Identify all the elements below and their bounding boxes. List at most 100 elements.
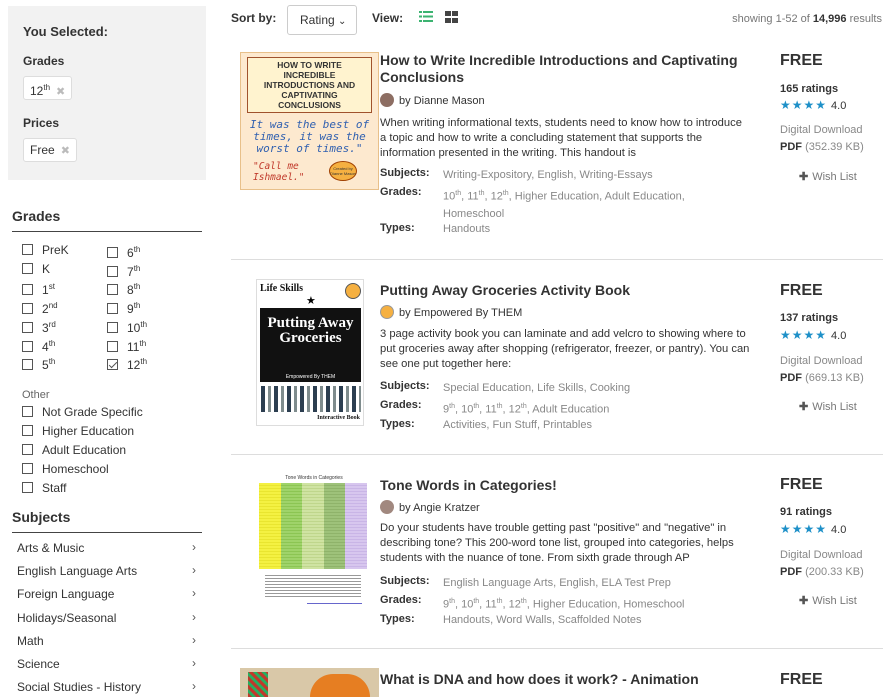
grade-checkbox[interactable]: 6th: [107, 243, 140, 260]
checkbox-icon[interactable]: [22, 303, 33, 315]
product-title[interactable]: What is DNA and how does it work? - Anim…: [380, 671, 760, 688]
subject-item[interactable]: Social Studies - History ›: [17, 679, 202, 694]
grades-value[interactable]: 9th, 10th, 11th, 12th, Higher Education,…: [443, 593, 743, 614]
grade-checkbox[interactable]: 11th: [107, 337, 146, 354]
remove-chip-icon[interactable]: ✖: [56, 86, 65, 98]
author-name[interactable]: Dianne Mason: [414, 95, 485, 107]
grade-checkbox[interactable]: 7th: [107, 262, 140, 279]
wish-list-label: Wish List: [812, 595, 857, 607]
subjects-value[interactable]: Writing-Expository, English, Writing-Ess…: [443, 167, 733, 184]
subjects-key: Subjects:: [380, 167, 430, 179]
subject-item[interactable]: Arts & Music ›: [17, 540, 202, 555]
grades-value[interactable]: 9th, 10th, 11th, 12th, Adult Education: [443, 398, 733, 419]
checkbox-icon[interactable]: [107, 321, 118, 333]
subject-label: English Language Arts: [17, 564, 138, 579]
subjects-value[interactable]: Special Education, Life Skills, Cooking: [443, 380, 733, 397]
grades-value[interactable]: 10th, 11th, 12th, Higher Education, Adul…: [443, 185, 733, 223]
product-thumbnail[interactable]: HOW TO WRITE INCREDIBLE INTRODUCTIONS AN…: [240, 52, 379, 190]
product-author[interactable]: by Dianne Mason: [380, 93, 485, 107]
checkbox-icon[interactable]: [22, 443, 33, 455]
other-grade-checkbox[interactable]: Not Grade Specific: [22, 405, 143, 419]
grade-suffix: th: [139, 338, 147, 348]
other-grade-checkbox[interactable]: Homeschool: [22, 462, 109, 476]
subject-item[interactable]: Math ›: [17, 633, 202, 648]
grade-checkbox[interactable]: 4th: [22, 337, 55, 354]
chevron-right-icon: ›: [192, 656, 196, 670]
checkbox-icon[interactable]: [22, 262, 33, 274]
divider: [12, 231, 202, 232]
wish-list-button[interactable]: ✚ Wish List: [799, 594, 857, 607]
star-rating: ★★★★ 4.0: [780, 98, 846, 112]
chevron-right-icon: ›: [192, 679, 196, 694]
checkbox-icon[interactable]: [22, 284, 33, 296]
author-name[interactable]: Empowered By THEM: [414, 307, 523, 319]
grade-checkbox[interactable]: 8th: [107, 280, 140, 297]
grade-checkbox[interactable]: 12th: [107, 355, 147, 372]
checkbox-icon[interactable]: [22, 462, 33, 474]
grid-view-icon[interactable]: [445, 11, 458, 23]
subject-item[interactable]: Holidays/Seasonal ›: [17, 610, 202, 625]
grade-checkbox[interactable]: 2nd: [22, 299, 58, 316]
subject-item[interactable]: English Language Arts ›: [17, 563, 202, 579]
download-info: Digital Download PDF (352.39 KB): [780, 122, 864, 156]
file-format: PDF: [780, 566, 802, 578]
checkbox-icon[interactable]: [22, 244, 33, 255]
product-title[interactable]: Tone Words in Categories!: [380, 477, 760, 494]
other-grade-checkbox[interactable]: Higher Education: [22, 424, 134, 438]
grade-checkbox[interactable]: K: [22, 262, 50, 276]
checkbox-icon[interactable]: [22, 321, 33, 333]
checkbox-icon[interactable]: [22, 406, 33, 417]
checkbox-icon[interactable]: [22, 359, 33, 371]
sort-select[interactable]: Rating ⌄: [287, 5, 357, 35]
results-suffix: results: [846, 13, 882, 25]
product-author[interactable]: by Angie Kratzer: [380, 500, 480, 514]
wish-list-button[interactable]: ✚ Wish List: [799, 400, 857, 413]
product-thumbnail[interactable]: [240, 668, 379, 697]
checkbox-icon[interactable]: [107, 247, 118, 258]
results-toolbar: Sort by: Rating ⌄ View: showing 1-52 of …: [215, 0, 888, 40]
selected-grade-chip[interactable]: 12th ✖: [23, 76, 73, 100]
checkbox-icon[interactable]: [22, 481, 33, 493]
subject-item[interactable]: Foreign Language ›: [17, 586, 202, 601]
types-value[interactable]: Handouts: [443, 221, 733, 238]
grade-checkbox[interactable]: PreK: [22, 243, 69, 257]
other-grade-checkbox[interactable]: Staff: [22, 481, 66, 495]
grade-checkbox[interactable]: 5th: [22, 355, 55, 372]
types-value[interactable]: Handouts, Word Walls, Scaffolded Notes: [443, 612, 733, 629]
checkbox-icon[interactable]: [22, 340, 33, 352]
chevron-right-icon: ›: [192, 540, 196, 554]
grade-checkbox[interactable]: 9th: [107, 299, 140, 316]
grade-checkbox[interactable]: 1st: [22, 280, 55, 297]
chip-grade-sup: th: [43, 83, 51, 92]
types-value[interactable]: Activities, Fun Stuff, Printables: [443, 417, 733, 434]
list-view-icon[interactable]: [419, 11, 433, 22]
grade-label: 1: [42, 283, 49, 298]
checkbox-icon[interactable]: [107, 284, 118, 296]
checkbox-icon[interactable]: [107, 265, 118, 277]
checkbox-icon[interactable]: [107, 359, 118, 371]
grade-label: 4: [42, 339, 49, 354]
checkbox-icon[interactable]: [22, 424, 33, 436]
product-author[interactable]: by Empowered By THEM: [380, 305, 522, 319]
subject-item[interactable]: Science ›: [17, 656, 202, 671]
grade-suffix: th: [133, 263, 141, 273]
product-title[interactable]: Putting Away Groceries Activity Book: [380, 282, 760, 299]
product-thumbnail[interactable]: Tone Words in Categories: [257, 474, 371, 612]
product-title[interactable]: How to Write Incredible Introductions an…: [380, 52, 760, 86]
product-thumbnail[interactable]: Life Skills ★ Putting Away Groceries Emp…: [256, 279, 364, 426]
checkbox-icon[interactable]: [107, 340, 118, 352]
tone-color-grid: [259, 483, 367, 569]
author-name[interactable]: Angie Kratzer: [413, 502, 480, 514]
grade-suffix: rd: [48, 319, 56, 329]
file-size: (200.33 KB): [805, 566, 864, 578]
grade-checkbox[interactable]: 3rd: [22, 318, 56, 335]
wish-list-label: Wish List: [812, 171, 857, 183]
checkbox-icon[interactable]: [107, 303, 118, 315]
grade-checkbox[interactable]: 10th: [107, 318, 147, 335]
subjects-value[interactable]: English Language Arts, English, ELA Test…: [443, 575, 733, 592]
wish-list-button[interactable]: ✚ Wish List: [799, 170, 857, 183]
remove-chip-icon[interactable]: ✖: [61, 145, 70, 157]
other-grade-checkbox[interactable]: Adult Education: [22, 443, 126, 457]
download-info: Digital Download PDF (200.33 KB): [780, 547, 864, 581]
selected-price-chip[interactable]: Free ✖: [23, 138, 77, 162]
